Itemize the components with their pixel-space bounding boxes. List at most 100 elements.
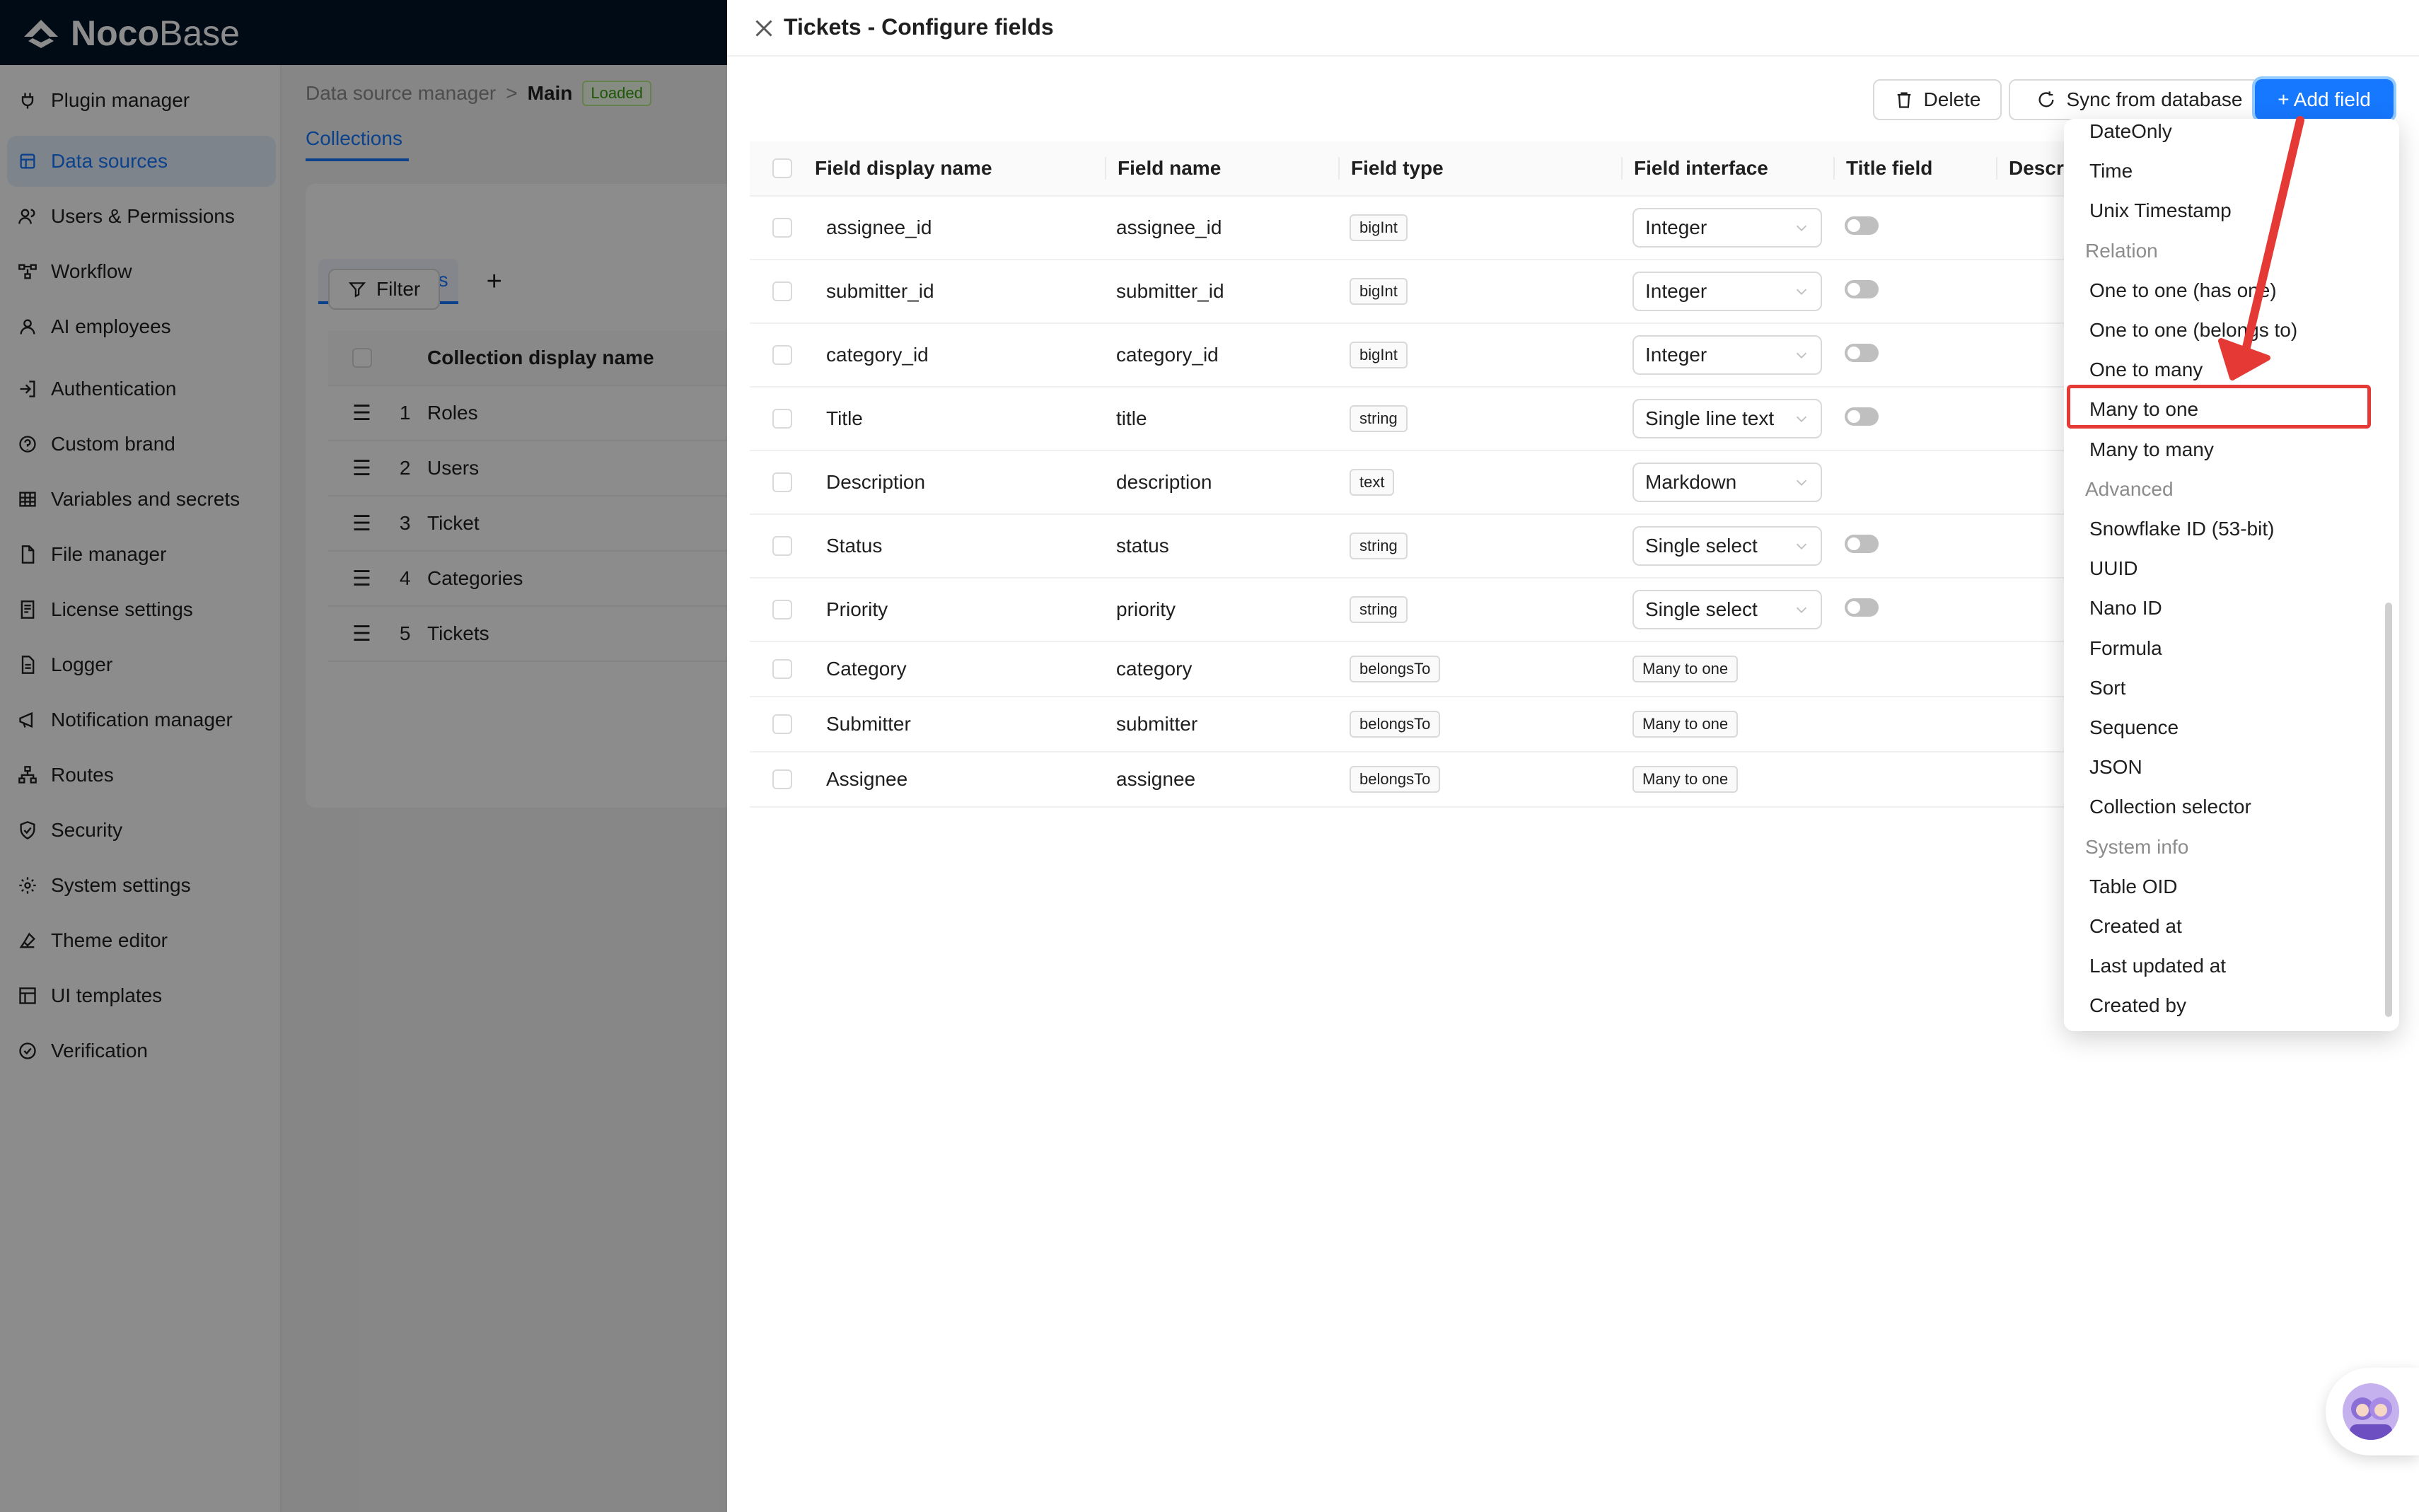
row-checkbox[interactable]: [772, 472, 792, 492]
chevron-down-icon: [1796, 607, 1807, 613]
column-header-field-name: Field name: [1105, 157, 1338, 180]
sync-icon: [2038, 91, 2054, 107]
field-type-tag: belongsTo: [1350, 711, 1441, 738]
field-interface-value: Markdown: [1645, 471, 1737, 493]
sync-button[interactable]: Sync from database: [2009, 79, 2270, 120]
column-header-field-interface: Field interface: [1621, 157, 1833, 180]
field-interface-select[interactable]: Integer: [1632, 272, 1822, 311]
field-interface-tag: Many to one: [1632, 766, 1739, 793]
field-interface-select[interactable]: Single line text: [1632, 399, 1822, 438]
row-checkbox[interactable]: [772, 345, 792, 365]
title-field-toggle[interactable]: [1845, 407, 1879, 426]
field-display-name: Description: [826, 471, 926, 493]
field-interface-select[interactable]: Single select: [1632, 590, 1822, 629]
row-checkbox[interactable]: [772, 659, 792, 679]
field-display-name: Priority: [826, 598, 888, 620]
close-icon[interactable]: [751, 16, 777, 41]
field-interface-value: Single select: [1645, 598, 1758, 620]
menu-item-uuid[interactable]: UUID: [2064, 549, 2399, 588]
field-display-name: category_id: [826, 344, 929, 366]
menu-item-one-to-one-has-one[interactable]: One to one (has one): [2064, 271, 2399, 310]
title-field-toggle[interactable]: [1845, 216, 1879, 235]
field-display-name: Title: [826, 407, 863, 429]
field-type-tag: text: [1350, 469, 1395, 496]
menu-item-collection-selector[interactable]: Collection selector: [2064, 787, 2399, 827]
field-display-name: Status: [826, 535, 883, 557]
row-checkbox[interactable]: [772, 769, 792, 789]
menu-item-last-updated-at[interactable]: Last updated at: [2064, 946, 2399, 986]
title-field-toggle[interactable]: [1845, 279, 1879, 298]
field-name: submitter_id: [1116, 280, 1224, 302]
chevron-down-icon: [1796, 225, 1807, 231]
add-field-button[interactable]: + Add field: [2252, 76, 2396, 123]
field-type-tag: bigInt: [1350, 278, 1408, 305]
field-name: category_id: [1116, 344, 1219, 366]
menu-item-unix-timestamp[interactable]: Unix Timestamp: [2064, 191, 2399, 231]
field-type-tag: bigInt: [1350, 342, 1408, 368]
add-field-dropdown: DateOnly Time Unix Timestamp Relation One to…: [2064, 119, 2399, 1031]
select-all-fields-checkbox[interactable]: [772, 158, 792, 178]
menu-item-sequence[interactable]: Sequence: [2064, 708, 2399, 748]
menu-group-advanced: Advanced: [2085, 477, 2174, 500]
title-field-toggle[interactable]: [1845, 598, 1879, 617]
field-interface-tag: Many to one: [1632, 711, 1739, 738]
delete-button[interactable]: Delete: [1873, 79, 2002, 120]
menu-item-snowflake-id-53-bit[interactable]: Snowflake ID (53-bit): [2064, 509, 2399, 549]
field-type-tag: string: [1350, 405, 1408, 432]
drawer-title: Tickets - Configure fields: [784, 14, 1054, 40]
chevron-down-icon: [1796, 543, 1807, 549]
field-name: description: [1116, 471, 1212, 493]
menu-item-nano-id[interactable]: Nano ID: [2064, 588, 2399, 628]
column-header-field-display-name: Field display name: [815, 157, 992, 179]
field-type-tag: belongsTo: [1350, 766, 1441, 793]
field-type-tag: belongsTo: [1350, 656, 1441, 682]
field-type-tag: string: [1350, 596, 1408, 623]
field-interface-select[interactable]: Single select: [1632, 526, 1822, 566]
field-display-name: submitter_id: [826, 280, 934, 302]
field-display-name: assignee_id: [826, 216, 932, 238]
menu-item-created-at[interactable]: Created at: [2064, 907, 2399, 946]
menu-item-table-oid[interactable]: Table OID: [2064, 867, 2399, 907]
chevron-down-icon: [1796, 416, 1807, 422]
dropdown-scrollbar[interactable]: [2385, 603, 2392, 1017]
menu-item-formula[interactable]: Formula: [2064, 629, 2399, 668]
chevron-down-icon: [1796, 289, 1807, 295]
row-checkbox[interactable]: [772, 600, 792, 620]
field-interface-tag: Many to one: [1632, 656, 1739, 682]
chevron-down-icon: [1796, 479, 1807, 486]
field-interface-select[interactable]: Markdown: [1632, 463, 1822, 502]
row-checkbox[interactable]: [772, 536, 792, 556]
menu-item-dateonly[interactable]: DateOnly: [2064, 119, 2399, 151]
field-interface-value: Integer: [1645, 280, 1707, 302]
menu-item-time[interactable]: Time: [2064, 151, 2399, 191]
column-header-title-field: Title field: [1833, 157, 1996, 180]
field-name: submitter: [1116, 713, 1198, 735]
add-field-label: + Add field: [2278, 88, 2371, 110]
menu-item-created-by[interactable]: Created by: [2064, 986, 2399, 1025]
drawer-header: Tickets - Configure fields: [727, 0, 2419, 57]
menu-item-json[interactable]: JSON: [2064, 748, 2399, 787]
ai-assistant-avatar[interactable]: [2326, 1368, 2419, 1455]
menu-item-many-to-many[interactable]: Many to many: [2064, 430, 2399, 470]
field-name: priority: [1116, 598, 1176, 620]
field-name: status: [1116, 535, 1169, 557]
row-checkbox[interactable]: [772, 218, 792, 238]
menu-item-one-to-one-belongs-to[interactable]: One to one (belongs to): [2064, 310, 2399, 350]
app-root: Noco Base Plugin manager Data sources Users…: [0, 0, 2419, 1512]
row-checkbox[interactable]: [772, 409, 792, 429]
title-field-toggle[interactable]: [1845, 534, 1879, 553]
field-interface-select[interactable]: Integer: [1632, 335, 1822, 375]
field-name: category: [1116, 658, 1193, 680]
menu-item-one-to-many[interactable]: One to many: [2064, 350, 2399, 390]
column-header-field-type: Field type: [1338, 157, 1621, 180]
sync-label: Sync from database: [2066, 88, 2243, 110]
field-type-tag: string: [1350, 533, 1408, 559]
title-field-toggle[interactable]: [1845, 343, 1879, 362]
menu-group-relation: Relation: [2085, 239, 2158, 262]
row-checkbox[interactable]: [772, 714, 792, 734]
menu-group-system-info: System info: [2085, 835, 2189, 858]
menu-item-sort[interactable]: Sort: [2064, 668, 2399, 708]
field-interface-select[interactable]: Integer: [1632, 208, 1822, 248]
row-checkbox[interactable]: [772, 281, 792, 301]
menu-item-last-updated-by[interactable]: Last updated by: [2064, 1026, 2399, 1031]
